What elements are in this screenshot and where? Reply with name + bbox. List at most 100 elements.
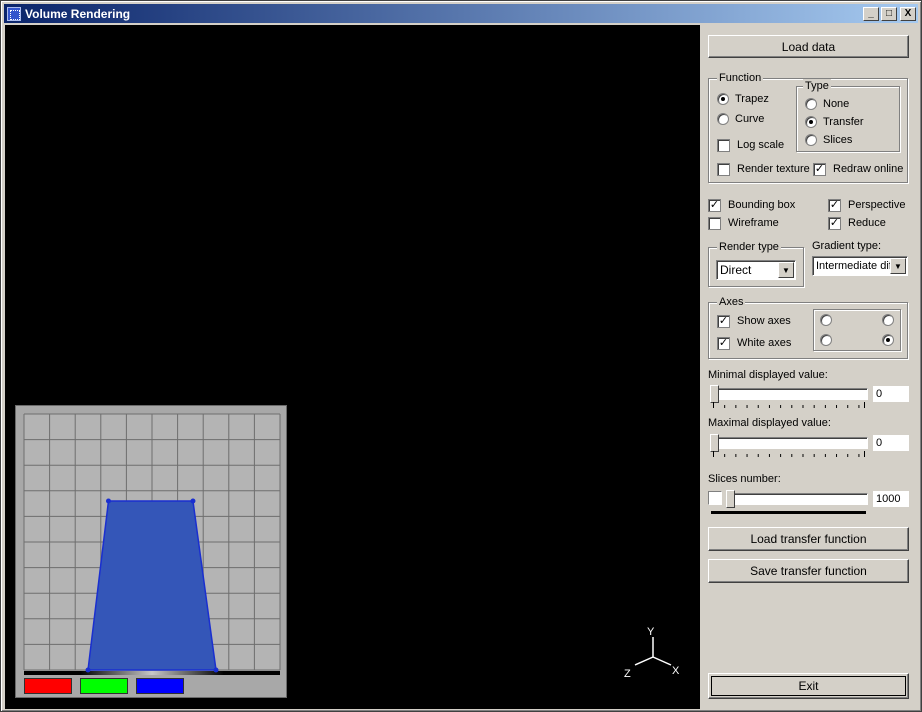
gradient-type-select[interactable]: Intermediate diff ▼ bbox=[812, 256, 908, 276]
tf-control-point[interactable] bbox=[105, 498, 111, 504]
perspective-label: Perspective bbox=[848, 199, 906, 211]
redraw-online-check[interactable]: ✓ bbox=[813, 162, 826, 176]
axes-pos-top-right-radio[interactable] bbox=[882, 314, 894, 326]
axes-pos-top-left-radio[interactable] bbox=[820, 314, 832, 326]
window-title: Volume Rendering bbox=[25, 6, 131, 21]
wireframe-checkbox[interactable]: Wireframe bbox=[708, 215, 779, 231]
slices-number-label: Slices number: bbox=[708, 473, 781, 485]
bounding-box-checkbox[interactable]: ✓ Bounding box bbox=[708, 197, 795, 213]
load-transfer-function-button[interactable]: Load transfer function bbox=[708, 527, 909, 551]
white-axes-check[interactable]: ✓ bbox=[717, 336, 730, 350]
slices-slider[interactable] bbox=[726, 493, 868, 505]
axes-group-title: Axes bbox=[717, 295, 746, 309]
type-transfer-radio[interactable]: Transfer bbox=[805, 114, 864, 130]
transfer-function-editor[interactable] bbox=[15, 405, 287, 698]
reduce-label: Reduce bbox=[848, 217, 886, 229]
show-axes-check[interactable]: ✓ bbox=[717, 314, 730, 328]
slices-slider-thumb[interactable] bbox=[726, 490, 735, 508]
tf-gradient-bar bbox=[24, 671, 280, 675]
curve-radio[interactable]: Curve bbox=[717, 111, 764, 127]
trapez-label: Trapez bbox=[735, 93, 769, 105]
reduce-checkbox[interactable]: ✓ Reduce bbox=[828, 215, 886, 231]
chevron-down-icon[interactable]: ▼ bbox=[890, 258, 906, 274]
app-icon bbox=[7, 6, 21, 21]
green-channel-swatch[interactable] bbox=[80, 678, 128, 694]
blue-channel-swatch[interactable] bbox=[136, 678, 184, 694]
render-type-group: Render type Direct ▼ bbox=[708, 240, 804, 287]
axes-gizmo: Y X Z bbox=[624, 626, 680, 680]
max-value-slider[interactable] bbox=[710, 437, 868, 449]
minimize-button[interactable]: _ bbox=[863, 6, 879, 21]
load-data-button[interactable]: Load data bbox=[708, 35, 909, 58]
white-axes-checkbox[interactable]: ✓ White axes bbox=[717, 335, 791, 351]
render-texture-check[interactable] bbox=[717, 162, 730, 176]
min-value-field[interactable]: 0 bbox=[873, 386, 909, 402]
control-panel: Load data Function Trapez Curve Log scal… bbox=[700, 25, 918, 709]
max-value-slider-thumb[interactable] bbox=[710, 434, 719, 452]
min-value-slider-thumb[interactable] bbox=[710, 385, 719, 403]
curve-radio-indicator[interactable] bbox=[717, 113, 729, 125]
type-group-title: Type bbox=[803, 79, 831, 93]
max-value-ticks bbox=[713, 451, 865, 457]
type-none-label: None bbox=[823, 98, 850, 110]
function-group: Function Trapez Curve Log scale Type Non… bbox=[708, 71, 908, 183]
render-type-select[interactable]: Direct ▼ bbox=[716, 260, 796, 280]
app-window: Volume Rendering _ □ X Y X Z Load data F… bbox=[0, 0, 922, 712]
axes-position-group bbox=[813, 309, 901, 351]
axes-pos-bottom-left-radio[interactable] bbox=[820, 334, 832, 346]
max-value-field[interactable]: 0 bbox=[873, 435, 909, 451]
render-viewport[interactable]: Y X Z bbox=[5, 25, 700, 709]
tf-trapezoid-shape[interactable] bbox=[87, 500, 217, 671]
tf-control-point[interactable] bbox=[190, 498, 196, 504]
log-scale-checkbox[interactable]: Log scale bbox=[717, 137, 784, 153]
title-bar[interactable]: Volume Rendering _ □ X bbox=[4, 4, 918, 23]
bounding-box-label: Bounding box bbox=[728, 199, 796, 211]
axes-pos-bottom-right-radio[interactable] bbox=[882, 334, 894, 346]
perspective-check[interactable]: ✓ bbox=[828, 198, 841, 212]
function-group-title: Function bbox=[717, 71, 764, 85]
perspective-checkbox[interactable]: ✓ Perspective bbox=[828, 197, 905, 213]
log-scale-check[interactable] bbox=[717, 138, 730, 152]
wireframe-check[interactable] bbox=[708, 216, 721, 230]
redraw-online-checkbox[interactable]: ✓ Redraw online bbox=[813, 161, 903, 177]
type-none-indicator[interactable] bbox=[805, 98, 817, 110]
show-axes-label: Show axes bbox=[737, 315, 791, 327]
red-channel-swatch[interactable] bbox=[24, 678, 72, 694]
slices-checkbox[interactable] bbox=[708, 491, 722, 505]
slices-value-field[interactable]: 1000 bbox=[873, 491, 909, 507]
maximize-button[interactable]: □ bbox=[881, 6, 897, 21]
transfer-function-plot[interactable] bbox=[16, 406, 288, 699]
render-type-title: Render type bbox=[717, 240, 781, 254]
chevron-down-icon[interactable]: ▼ bbox=[778, 262, 794, 278]
min-value-ticks bbox=[713, 402, 865, 408]
axes-group: Axes ✓ Show axes ✓ White axes bbox=[708, 295, 908, 359]
trapez-radio-indicator[interactable] bbox=[717, 93, 729, 105]
type-group: Type None Transfer Slices bbox=[796, 79, 900, 152]
min-value-slider[interactable] bbox=[710, 388, 868, 400]
exit-button[interactable]: Exit bbox=[708, 673, 909, 699]
tf-control-point[interactable] bbox=[213, 667, 219, 673]
gradient-type-value: Intermediate diff bbox=[816, 260, 890, 272]
axis-y-label: Y bbox=[647, 626, 655, 638]
type-transfer-indicator[interactable] bbox=[805, 116, 817, 128]
trapez-radio[interactable]: Trapez bbox=[717, 91, 769, 107]
type-none-radio[interactable]: None bbox=[805, 96, 849, 112]
tf-control-point[interactable] bbox=[85, 667, 91, 673]
save-transfer-function-button[interactable]: Save transfer function bbox=[708, 559, 909, 583]
max-value-label: Maximal displayed value: bbox=[708, 417, 831, 429]
type-slices-indicator[interactable] bbox=[805, 134, 817, 146]
min-value-label: Minimal displayed value: bbox=[708, 369, 828, 381]
type-slices-label: Slices bbox=[823, 134, 853, 146]
close-button[interactable]: X bbox=[900, 6, 916, 21]
curve-label: Curve bbox=[735, 113, 765, 125]
type-slices-radio[interactable]: Slices bbox=[805, 132, 852, 148]
reduce-check[interactable]: ✓ bbox=[828, 216, 841, 230]
axis-x-label: X bbox=[672, 665, 680, 677]
log-scale-label: Log scale bbox=[737, 139, 785, 151]
wireframe-label: Wireframe bbox=[728, 217, 779, 229]
render-texture-checkbox[interactable]: Render texture bbox=[717, 161, 810, 177]
bounding-box-check[interactable]: ✓ bbox=[708, 198, 721, 212]
gradient-type-label: Gradient type: bbox=[812, 240, 882, 252]
show-axes-checkbox[interactable]: ✓ Show axes bbox=[717, 313, 791, 329]
window-controls: _ □ X bbox=[861, 6, 916, 21]
